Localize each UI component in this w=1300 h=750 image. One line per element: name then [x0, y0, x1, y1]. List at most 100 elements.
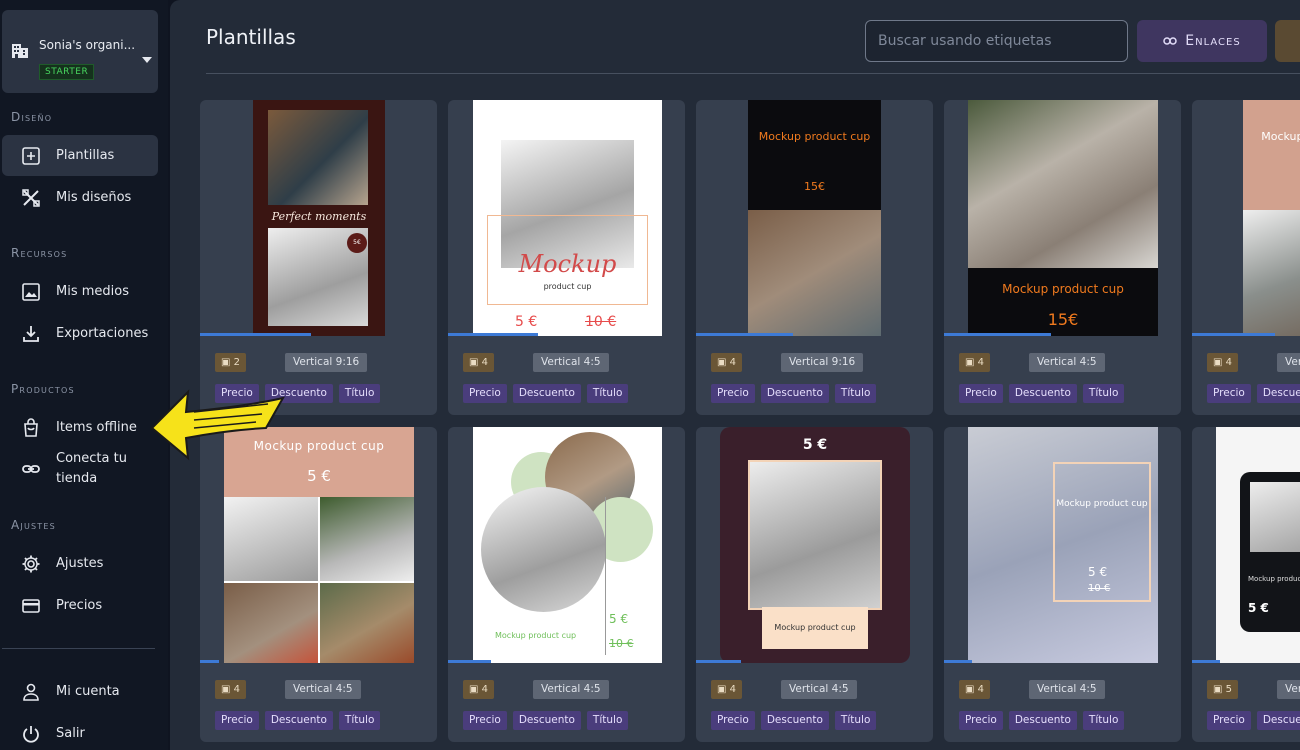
sidebar-item-conecta-tu-tienda[interactable]: Conecta tu tienda — [2, 448, 158, 490]
sidebar-item-label: Items offline — [56, 419, 137, 435]
sidebar-item-precios[interactable]: Precios — [2, 585, 158, 626]
card-price: 15€ — [804, 180, 825, 193]
sidebar-item-label: Exportaciones — [56, 325, 149, 341]
pages-count: 4 — [481, 357, 489, 368]
pages-badge: ▣ 4 — [711, 353, 743, 372]
tag-precio[interactable]: Precio — [711, 384, 755, 403]
page-title: Plantillas — [206, 25, 296, 49]
card-text: Mockup — [518, 250, 617, 278]
template-thumbnail: Mockup product cup 15€ — [748, 100, 881, 336]
template-thumbnail: 5 € 10 € Mockup product cup — [473, 427, 662, 663]
card-text: product cup — [543, 282, 592, 291]
format-badge: Vertical 4:5 — [1277, 353, 1300, 372]
gear-icon — [22, 555, 40, 573]
tag-list: Precio Descuento Título — [1207, 711, 1300, 730]
sidebar-item-exportaciones[interactable]: Exportaciones — [2, 313, 158, 354]
tag-descuento[interactable]: Descuento — [1256, 384, 1300, 403]
pages-badge: ▣ 4 — [711, 680, 743, 699]
tag-precio[interactable]: Precio — [1207, 711, 1251, 730]
tag-descuento[interactable]: Descuento — [1008, 384, 1077, 403]
template-card[interactable]: Mockup product cup 5 ▣ 4 Vertical 4:5 Pr… — [1192, 100, 1300, 415]
tag-list: Precio Descuento Título — [711, 711, 877, 730]
progress-bar — [200, 660, 219, 663]
sidebar-item-label: Precios — [56, 597, 103, 613]
progress-bar — [944, 333, 1051, 336]
tag-list: Precio Descuento Título — [959, 711, 1125, 730]
main-content: Plantillas Enlaces Perfect moments 5€ ▣ … — [170, 0, 1300, 750]
tag-precio[interactable]: Precio — [215, 384, 259, 403]
sidebar-item-salir[interactable]: Salir — [2, 713, 158, 750]
tag-precio[interactable]: Precio — [215, 711, 259, 730]
sidebar-item-items-offline[interactable]: Items offline — [2, 407, 158, 448]
links-button-label: Enlaces — [1185, 33, 1241, 49]
tag-titulo[interactable]: Título — [338, 711, 381, 730]
tag-precio[interactable]: Precio — [711, 711, 755, 730]
template-card[interactable]: Mockup product 5 € ▣ 5 Vertical 4:5 Prec… — [1192, 427, 1300, 742]
tag-titulo[interactable]: Título — [1082, 384, 1125, 403]
sidebar-item-label: Mi cuenta — [56, 683, 120, 699]
sidebar-item-mis-medios[interactable]: Mis medios — [2, 271, 158, 312]
extra-action-button[interactable] — [1275, 20, 1300, 62]
tag-descuento[interactable]: Descuento — [1008, 711, 1077, 730]
pages-icon: ▣ — [965, 357, 978, 368]
pages-count: 4 — [729, 357, 737, 368]
format-badge: Vertical 9:16 — [285, 353, 368, 372]
template-card[interactable]: 5 € Mockup product cup ▣ 4 Vertical 4:5 … — [696, 427, 933, 742]
progress-bar — [200, 333, 312, 336]
chevron-down-icon — [142, 57, 152, 63]
progress-bar — [1192, 333, 1275, 336]
template-card[interactable]: Mockup product cup 5 € 10 € ▣ 4 Vertical… — [944, 427, 1181, 742]
template-card[interactable]: Mockup product cup 5 € ▣ 4 Vertical 4:5 … — [200, 427, 437, 742]
credit-card-icon — [22, 599, 40, 613]
pages-icon: ▣ — [469, 357, 482, 368]
template-thumbnail: Mockup product cup 5 € 10 € — [473, 100, 662, 336]
tag-precio[interactable]: Precio — [1207, 384, 1251, 403]
template-card[interactable]: Mockup product cup 5 € 10 € ▣ 4 Vertical… — [448, 100, 685, 415]
tag-titulo[interactable]: Título — [834, 711, 877, 730]
search-input[interactable] — [865, 20, 1128, 62]
card-price: 5 € — [802, 437, 828, 453]
template-card[interactable]: 5 € 10 € Mockup product cup ▣ 4 Vertical… — [448, 427, 685, 742]
tag-precio[interactable]: Precio — [959, 384, 1003, 403]
links-button[interactable]: Enlaces — [1137, 20, 1267, 62]
card-price: 5 € — [307, 467, 331, 485]
organization-switcher[interactable]: Sonia's organi... STARTER — [2, 10, 158, 93]
link-icon — [22, 465, 40, 473]
tag-descuento[interactable]: Descuento — [512, 384, 581, 403]
section-recursos: Recursos — [11, 246, 68, 260]
sidebar-item-mi-cuenta[interactable]: Mi cuenta — [2, 671, 158, 712]
sidebar-item-mis-disenos[interactable]: Mis diseños — [2, 177, 158, 218]
tag-titulo[interactable]: Título — [586, 711, 629, 730]
link-icon — [1163, 37, 1178, 45]
tag-descuento[interactable]: Descuento — [264, 384, 333, 403]
pages-count: 2 — [233, 357, 241, 368]
pages-count: 4 — [481, 684, 489, 695]
user-icon — [23, 683, 39, 701]
sidebar-item-label: Ajustes — [56, 555, 104, 571]
tag-descuento[interactable]: Descuento — [760, 711, 829, 730]
tag-precio[interactable]: Precio — [463, 384, 507, 403]
template-card[interactable]: Mockup product cup 15€ ▣ 4 Vertical 9:16… — [696, 100, 933, 415]
card-text: Mockup product cup — [495, 631, 577, 640]
template-card[interactable]: Perfect moments 5€ ▣ 2 Vertical 9:16 Pre… — [200, 100, 437, 415]
pages-icon: ▣ — [1213, 357, 1226, 368]
tag-precio[interactable]: Precio — [959, 711, 1003, 730]
pages-badge: ▣ 4 — [1207, 353, 1239, 372]
tag-titulo[interactable]: Título — [338, 384, 381, 403]
tag-titulo[interactable]: Título — [1082, 711, 1125, 730]
tag-descuento[interactable]: Descuento — [512, 711, 581, 730]
tag-descuento[interactable]: Descuento — [264, 711, 333, 730]
tag-titulo[interactable]: Título — [834, 384, 877, 403]
progress-bar — [696, 660, 742, 663]
tag-descuento[interactable]: Descuento — [1256, 711, 1300, 730]
tag-descuento[interactable]: Descuento — [760, 384, 829, 403]
tag-titulo[interactable]: Título — [586, 384, 629, 403]
pages-count: 5 — [1225, 684, 1233, 695]
sidebar-item-ajustes[interactable]: Ajustes — [2, 543, 158, 584]
card-price: 5 € — [515, 314, 538, 330]
sidebar-item-plantillas[interactable]: Plantillas — [2, 135, 158, 176]
template-thumbnail: Mockup product cup 5 — [1243, 100, 1300, 336]
tag-precio[interactable]: Precio — [463, 711, 507, 730]
template-card[interactable]: Mockup product cup 15€ ▣ 4 Vertical 4:5 … — [944, 100, 1181, 415]
card-text: Mockup product cup — [762, 607, 868, 649]
